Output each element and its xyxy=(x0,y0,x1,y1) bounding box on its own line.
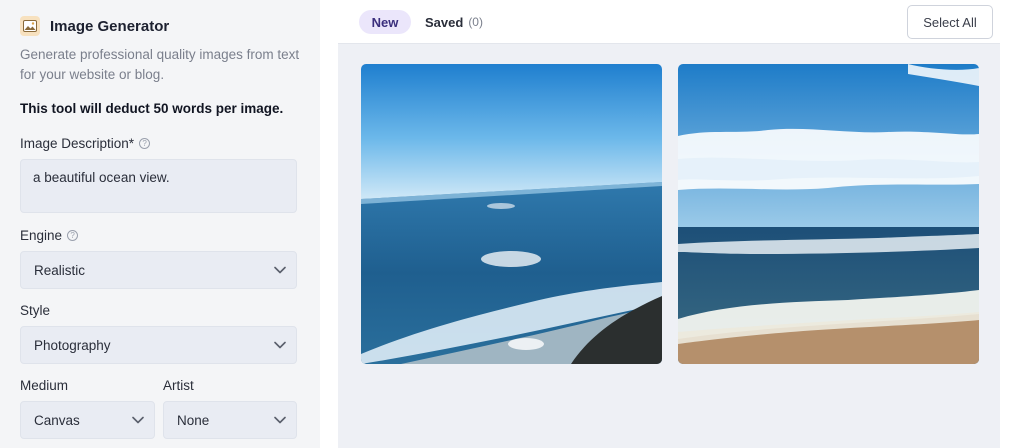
saved-count: (0) xyxy=(468,15,483,29)
ocean-view-image-2[interactable] xyxy=(678,64,979,364)
medium-label-text: Medium xyxy=(20,378,69,393)
image-icon xyxy=(20,16,40,36)
chevron-down-icon xyxy=(274,341,286,349)
panel-description: Generate professional quality images fro… xyxy=(20,47,300,82)
medium-label: Medium xyxy=(20,378,68,393)
results-tabbar: New Saved (0) Select All xyxy=(338,0,1000,44)
select-all-button[interactable]: Select All xyxy=(907,5,993,39)
medium-select-value: Canvas xyxy=(34,412,80,428)
tab-saved-label: Saved xyxy=(425,14,464,30)
tab-new[interactable]: New xyxy=(359,10,411,34)
chevron-down-icon xyxy=(274,416,286,424)
chevron-down-icon xyxy=(274,266,286,274)
style-select-value: Photography xyxy=(34,337,111,353)
image-description-label-text: Image Description* xyxy=(20,136,135,151)
word-deduction-note: This tool will deduct 50 words per image… xyxy=(20,101,284,116)
generator-form-panel: Image Generator Generate professional qu… xyxy=(0,0,320,448)
artist-label-text: Artist xyxy=(163,378,194,393)
chevron-down-icon xyxy=(132,416,144,424)
style-select[interactable]: Photography xyxy=(20,326,297,364)
image-description-input[interactable]: a beautiful ocean view. xyxy=(20,159,297,213)
artist-select-value: None xyxy=(177,412,210,428)
tab-saved[interactable]: Saved (0) xyxy=(425,10,483,34)
panel-title: Image Generator xyxy=(50,17,170,35)
help-icon[interactable]: ? xyxy=(139,138,151,149)
artist-select[interactable]: None xyxy=(163,401,297,439)
engine-select[interactable]: Realistic xyxy=(20,251,297,289)
style-label-text: Style xyxy=(20,303,51,318)
help-icon[interactable]: ? xyxy=(67,230,79,241)
right-edge-strip xyxy=(1000,0,1024,448)
engine-label: Engine ? xyxy=(20,228,79,243)
artist-label: Artist xyxy=(163,378,194,393)
results-area: New Saved (0) Select All xyxy=(338,0,1000,448)
engine-label-text: Engine xyxy=(20,228,63,243)
ocean-view-image-1[interactable] xyxy=(361,64,662,364)
image-description-label: Image Description* ? xyxy=(20,136,151,151)
medium-select[interactable]: Canvas xyxy=(20,401,155,439)
style-label: Style xyxy=(20,303,50,318)
engine-select-value: Realistic xyxy=(34,262,86,278)
panel-header: Image Generator xyxy=(20,16,169,36)
